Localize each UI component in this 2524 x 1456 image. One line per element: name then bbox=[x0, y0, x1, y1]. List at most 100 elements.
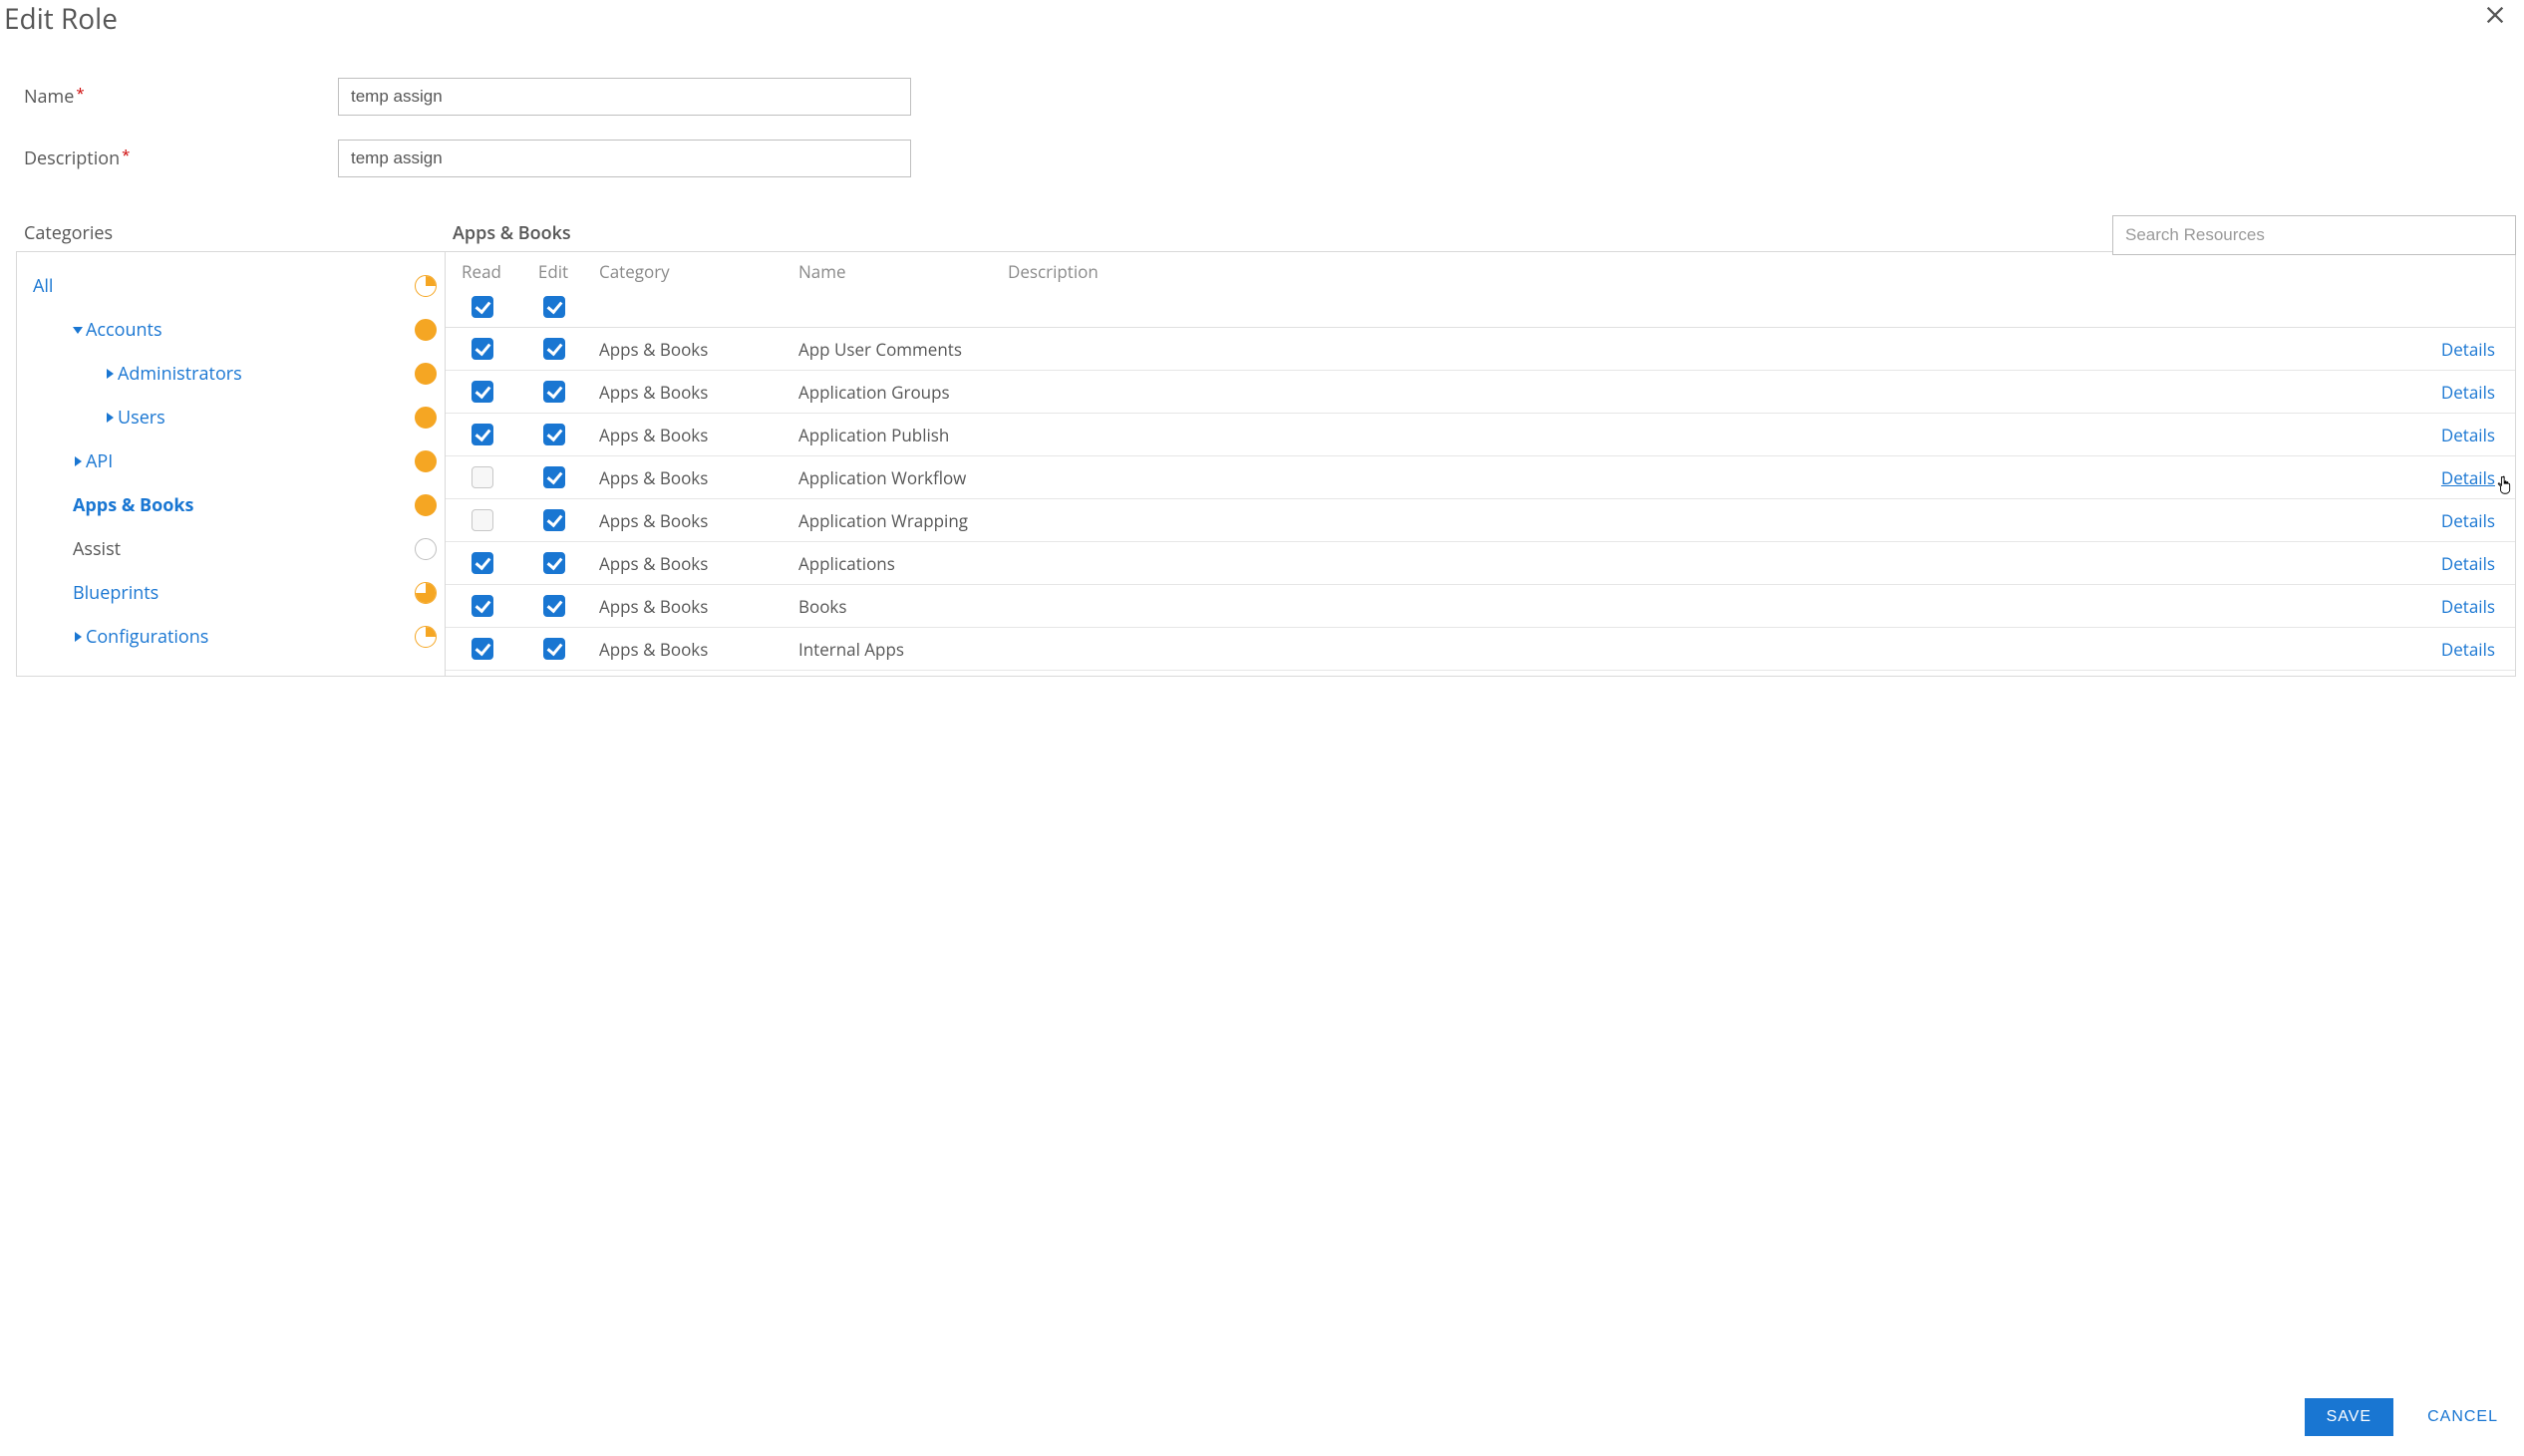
category-item-api[interactable]: API bbox=[33, 439, 437, 483]
details-link[interactable]: Details bbox=[2441, 466, 2495, 489]
status-indicator bbox=[415, 407, 437, 429]
status-indicator bbox=[415, 363, 437, 385]
permissions-panel[interactable]: Read Edit Category Name Description Apps bbox=[446, 252, 2515, 676]
category-label: Apps & Books bbox=[73, 493, 194, 517]
cancel-button[interactable]: CANCEL bbox=[2421, 1407, 2504, 1427]
cell-description bbox=[998, 456, 2425, 499]
edit-checkbox[interactable] bbox=[543, 381, 565, 403]
status-indicator bbox=[415, 275, 437, 297]
close-icon bbox=[2484, 4, 2506, 26]
cell-category: Apps & Books bbox=[589, 628, 789, 671]
cell-category: Apps & Books bbox=[589, 542, 789, 585]
col-edit: Edit bbox=[527, 260, 579, 283]
search-input[interactable] bbox=[2112, 215, 2516, 255]
cell-name: Application Publish bbox=[789, 414, 998, 456]
cell-name: App User Comments bbox=[789, 328, 998, 371]
read-checkbox[interactable] bbox=[472, 466, 493, 488]
header-edit-checkbox[interactable] bbox=[543, 296, 565, 318]
chevron-down-icon bbox=[73, 325, 83, 335]
details-link[interactable]: Details bbox=[2441, 338, 2495, 361]
name-label: Name* bbox=[24, 85, 338, 109]
category-item-assist[interactable]: Assist bbox=[33, 527, 437, 571]
table-row: Apps & BooksApp User Comments Details bbox=[446, 328, 2515, 371]
cell-description bbox=[998, 628, 2425, 671]
read-checkbox[interactable] bbox=[472, 381, 493, 403]
category-item-administrators[interactable]: Administrators bbox=[33, 352, 437, 396]
details-link[interactable]: Details bbox=[2441, 595, 2495, 618]
close-button[interactable] bbox=[2476, 0, 2514, 33]
category-label: All bbox=[33, 274, 53, 298]
description-input[interactable] bbox=[338, 140, 911, 177]
edit-checkbox[interactable] bbox=[543, 424, 565, 445]
details-link[interactable]: Details bbox=[2441, 552, 2495, 575]
save-button[interactable]: SAVE bbox=[2305, 1398, 2394, 1436]
edit-checkbox[interactable] bbox=[543, 552, 565, 574]
details-link[interactable]: Details bbox=[2441, 424, 2495, 446]
category-label: Users bbox=[118, 406, 165, 430]
category-item-all[interactable]: All bbox=[33, 264, 437, 308]
category-label: Assist bbox=[73, 537, 121, 561]
table-row: Apps & BooksApplication Groups Details bbox=[446, 371, 2515, 414]
table-row: Apps & BooksNotifyDetails bbox=[446, 671, 2515, 677]
category-label: Administrators bbox=[118, 362, 242, 386]
permissions-table: Read Edit Category Name Description Apps bbox=[446, 252, 2515, 676]
table-row: Apps & BooksApplication WrappingDetails bbox=[446, 499, 2515, 542]
read-checkbox[interactable] bbox=[472, 338, 493, 360]
table-row: Apps & BooksApplication WorkflowDetails bbox=[446, 456, 2515, 499]
category-item-accounts[interactable]: Accounts bbox=[33, 308, 437, 352]
cell-description bbox=[998, 542, 2425, 585]
cell-description bbox=[998, 499, 2425, 542]
cell-description bbox=[998, 585, 2425, 628]
read-checkbox[interactable] bbox=[472, 595, 493, 617]
edit-checkbox[interactable] bbox=[543, 466, 565, 488]
chevron-right-icon bbox=[105, 369, 115, 379]
category-item-users[interactable]: Users bbox=[33, 396, 437, 439]
cell-category: Apps & Books bbox=[589, 585, 789, 628]
edit-checkbox[interactable] bbox=[543, 595, 565, 617]
status-indicator bbox=[415, 626, 437, 648]
cell-description bbox=[998, 371, 2425, 414]
header-read-checkbox[interactable] bbox=[472, 296, 493, 318]
details-link[interactable]: Details bbox=[2441, 638, 2495, 661]
col-name: Name bbox=[789, 252, 998, 328]
edit-checkbox[interactable] bbox=[543, 338, 565, 360]
col-description: Description bbox=[998, 252, 2425, 328]
read-checkbox[interactable] bbox=[472, 552, 493, 574]
cell-description bbox=[998, 328, 2425, 371]
edit-checkbox[interactable] bbox=[543, 638, 565, 660]
cell-description bbox=[998, 671, 2425, 677]
cell-name: Internal Apps bbox=[789, 628, 998, 671]
cell-name: Application Groups bbox=[789, 371, 998, 414]
details-link[interactable]: Details bbox=[2441, 381, 2495, 404]
read-checkbox[interactable] bbox=[472, 509, 493, 531]
cell-name: Applications bbox=[789, 542, 998, 585]
cell-name: Notify bbox=[789, 671, 998, 677]
name-input[interactable] bbox=[338, 78, 911, 116]
categories-header: Categories bbox=[24, 221, 453, 245]
edit-checkbox[interactable] bbox=[543, 509, 565, 531]
chevron-right-icon bbox=[73, 456, 83, 466]
status-indicator bbox=[415, 450, 437, 472]
category-label: Blueprints bbox=[73, 581, 158, 605]
table-row: Apps & BooksApplication PublishDetails bbox=[446, 414, 2515, 456]
read-checkbox[interactable] bbox=[472, 424, 493, 445]
description-label: Description* bbox=[24, 146, 338, 170]
categories-panel[interactable]: All Accounts Administrators Users API Apps & … bbox=[17, 252, 446, 676]
details-link[interactable]: Details bbox=[2441, 509, 2495, 532]
category-item-blueprints[interactable]: Blueprints bbox=[33, 571, 437, 615]
cell-description bbox=[998, 414, 2425, 456]
read-checkbox[interactable] bbox=[472, 638, 493, 660]
table-row: Apps & BooksApplications Details bbox=[446, 542, 2515, 585]
category-item-configurations[interactable]: Configurations bbox=[33, 615, 437, 659]
category-item-apps-books[interactable]: Apps & Books bbox=[33, 483, 437, 527]
col-category: Category bbox=[589, 252, 789, 328]
cell-category: Apps & Books bbox=[589, 499, 789, 542]
status-indicator bbox=[415, 319, 437, 341]
category-label: Accounts bbox=[86, 318, 162, 342]
table-row: Apps & BooksBooks Details bbox=[446, 585, 2515, 628]
cell-category: Apps & Books bbox=[589, 371, 789, 414]
cell-name: Books bbox=[789, 585, 998, 628]
cell-category: Apps & Books bbox=[589, 328, 789, 371]
status-indicator bbox=[415, 538, 437, 560]
cell-category: Apps & Books bbox=[589, 456, 789, 499]
